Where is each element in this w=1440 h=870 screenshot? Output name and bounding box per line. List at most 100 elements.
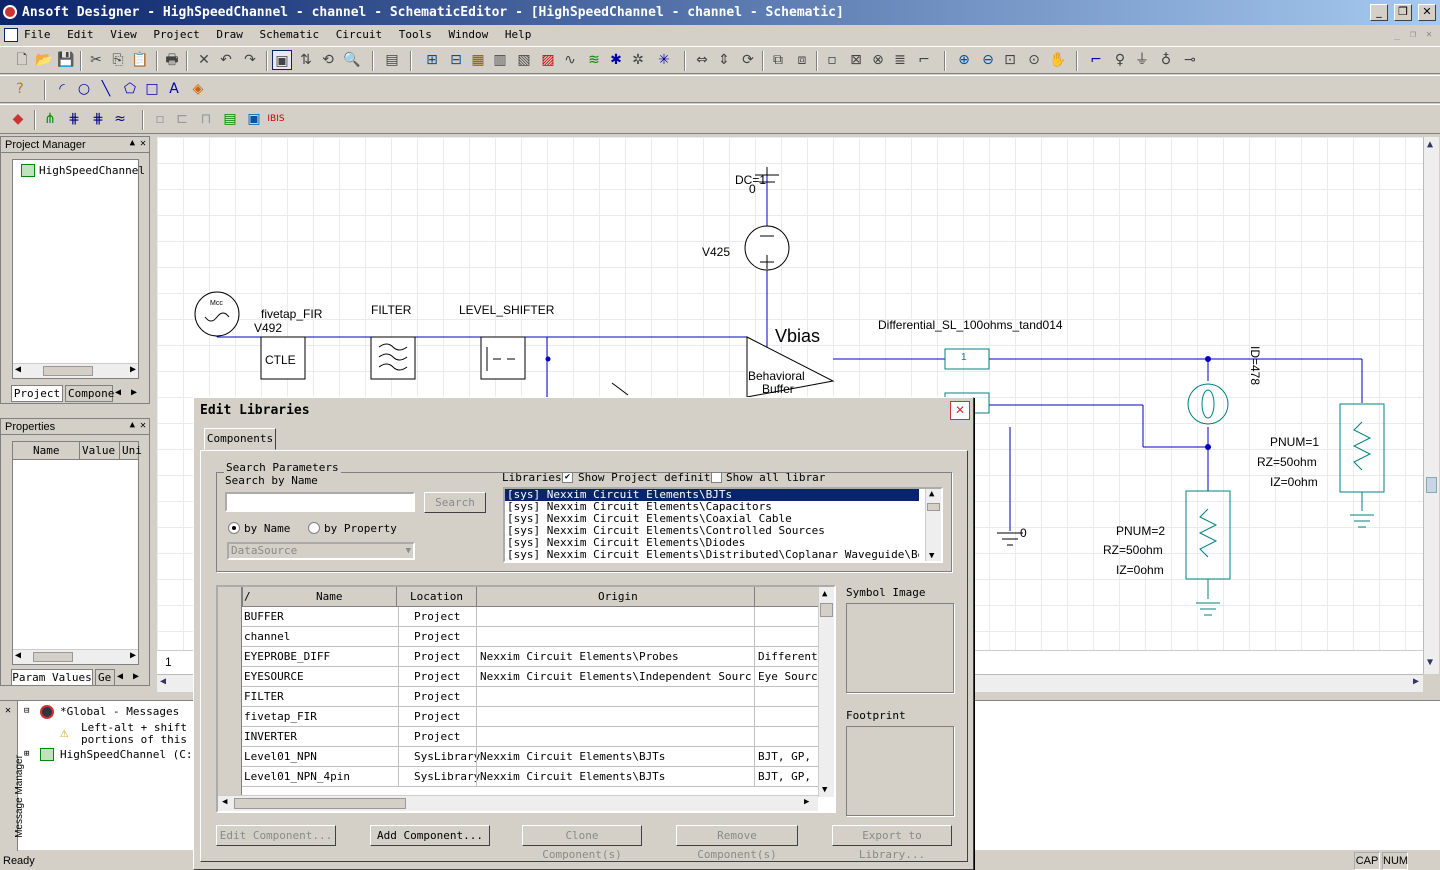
panel-close-icon[interactable]: ✕ [140,138,146,149]
probe-icon[interactable]: ✱ [606,50,626,70]
table-row[interactable]: EYESOURCE Project Nexxim Circuit Elements\… [218,667,820,687]
menu-tools[interactable]: Tools [399,28,432,41]
pin-icon[interactable]: ♁ [1156,50,1176,70]
expand-node-icon[interactable]: ⊞ [24,749,29,759]
draw-circle-icon[interactable]: ○ [74,79,94,99]
analyze-icon[interactable]: ◆ [8,109,28,129]
tree-hscrollbar[interactable]: ◀ ▶ [13,363,138,378]
marker-icon[interactable]: ✲ [628,50,648,70]
search-button[interactable]: Search [424,492,486,513]
draw-text-icon[interactable]: A [164,79,184,99]
menu-draw[interactable]: Draw [216,28,243,41]
col-sort[interactable]: / [244,587,251,607]
cross-icon[interactable]: ⊠ [846,50,866,70]
paste-icon[interactable]: 📋 [130,50,150,70]
cut-icon[interactable]: ✂ [86,50,106,70]
ungroup-icon[interactable]: ⧈ [792,50,812,70]
radio-by-name[interactable] [228,522,240,534]
message-manager-tab[interactable]: Message Manager [14,755,25,838]
minimize-button[interactable]: _ [1370,4,1388,21]
analysis-icon[interactable]: ▦ [468,50,488,70]
zoom-area-icon[interactable]: ⊡ [1000,50,1020,70]
mdi-restore-icon[interactable]: ❐ [1406,29,1420,41]
panel-close-icon[interactable]: ✕ [140,420,146,431]
library-item[interactable]: [sys] Nexxim Circuit Elements\Distribute… [505,549,919,561]
tab-right-icon[interactable]: ▶ [131,387,137,398]
tab-right-icon[interactable]: ▶ [133,671,139,682]
box-gray-icon[interactable]: ▫ [150,109,170,129]
col-origin[interactable]: Origin [598,587,638,607]
optimize-icon[interactable]: ✳ [654,50,674,70]
open-icon[interactable]: 📂 [34,50,54,70]
undo-icon[interactable]: ↶ [216,50,236,70]
refresh-icon[interactable]: ⟳ [738,50,758,70]
component-icon[interactable]: ▤ [382,50,402,70]
move-icon[interactable]: ⇅ [296,50,316,70]
tab-general[interactable]: Ge [95,669,115,686]
library-item[interactable]: [sys] Nexxim Circuit Elements\Diodes [505,537,941,549]
table-row[interactable]: EYEPROBE_DIFF Project Nexxim Circuit Eleme… [218,647,820,667]
table-row[interactable]: channel Project [218,627,818,647]
plot-icon[interactable]: ≋ [584,50,604,70]
edit-component-button[interactable]: Edit Component... [216,825,336,846]
grid-vscrollbar[interactable]: ▲ ▼ [818,587,834,797]
libraries-list[interactable]: [sys] Nexxim Circuit Elements\BJTs [sys]… [503,487,943,563]
menu-file[interactable]: File [24,28,51,41]
table-row[interactable]: FILTER Project [218,687,818,707]
show-all-checkbox[interactable] [711,472,722,483]
export-library-button[interactable]: Export to Library... [832,825,952,861]
mirror-icon[interactable]: ⇔ [692,50,712,70]
clone-component-button[interactable]: Clone Component(s) [522,825,642,861]
ground-icon[interactable]: ⏚ [1132,50,1152,70]
draw-polygon-icon[interactable]: ⬠ [120,79,140,99]
wire-icon[interactable]: ⌐ [1086,50,1106,70]
menu-view[interactable]: View [110,28,137,41]
properties-icon[interactable]: 🔍 [342,50,362,70]
new-file-icon[interactable]: 🗋 [12,50,32,70]
datasource-select[interactable]: DataSource ▼ [227,542,415,560]
flip-icon[interactable]: ⇕ [714,50,734,70]
close-button[interactable]: ✕ [1418,4,1436,21]
help-cursor-icon[interactable]: ? [10,79,30,99]
netlist-icon[interactable]: ⊞ [422,50,442,70]
ibis-icon[interactable]: IBIS [266,109,286,129]
corner-icon[interactable]: ⌐ [914,50,934,70]
result-icon[interactable]: ▣ [244,109,264,129]
tab-project[interactable]: Project [11,385,63,402]
table-row[interactable]: INVERTER Project [218,727,818,747]
search-input[interactable] [225,492,415,512]
message-close-icon[interactable]: ✕ [5,705,11,716]
table-row[interactable]: Level01_NPN SysLibrary Nexxim Circuit Elem… [218,747,820,767]
group-icon[interactable]: ⧉ [768,50,788,70]
dialog-close-button[interactable]: ✕ [950,401,970,420]
col-location[interactable]: Location [410,587,463,607]
library-icon[interactable]: ▨ [538,50,558,70]
tree-item-highspeedchannel[interactable]: HighSpeedChannel [39,164,145,177]
col-name[interactable]: Name [316,587,343,607]
grid-hscrollbar[interactable]: ◀ ▶ [218,795,818,811]
project-messages[interactable]: HighSpeedChannel (C:/P [60,748,206,761]
report2-icon[interactable]: ▤ [220,109,240,129]
box-icon[interactable]: ▫ [822,50,842,70]
copy-icon[interactable]: ⎘ [108,50,128,70]
zoom-out-icon[interactable]: ⊖ [978,50,998,70]
sweep-icon[interactable]: ⋔ [40,109,60,129]
subcircuit-icon[interactable]: ⊟ [446,50,466,70]
menu-schematic[interactable]: Schematic [259,28,319,41]
report-icon[interactable]: ▥ [490,50,510,70]
show-project-checkbox[interactable]: ✔ [562,472,573,483]
tab-components[interactable]: Components [204,428,276,450]
xor-icon[interactable]: ⊗ [868,50,888,70]
draw-line-icon[interactable]: ╲ [96,79,116,99]
draw-rect-icon[interactable]: □ [142,79,162,99]
page-connector-icon[interactable]: ⊸ [1180,50,1200,70]
remove-component-button[interactable]: Remove Component(s) [676,825,798,861]
tab-left-icon[interactable]: ◀ [117,671,123,682]
radio-by-property[interactable] [308,522,320,534]
port-icon[interactable]: ♀ [1110,50,1130,70]
list-icon[interactable]: ≣ [890,50,910,70]
restore-button[interactable]: ❐ [1394,4,1412,21]
draw-arc-icon[interactable]: ◜ [52,79,72,99]
collapse-node-icon[interactable]: ⊟ [24,706,29,716]
opt-icon[interactable]: ⋕ [88,109,108,129]
